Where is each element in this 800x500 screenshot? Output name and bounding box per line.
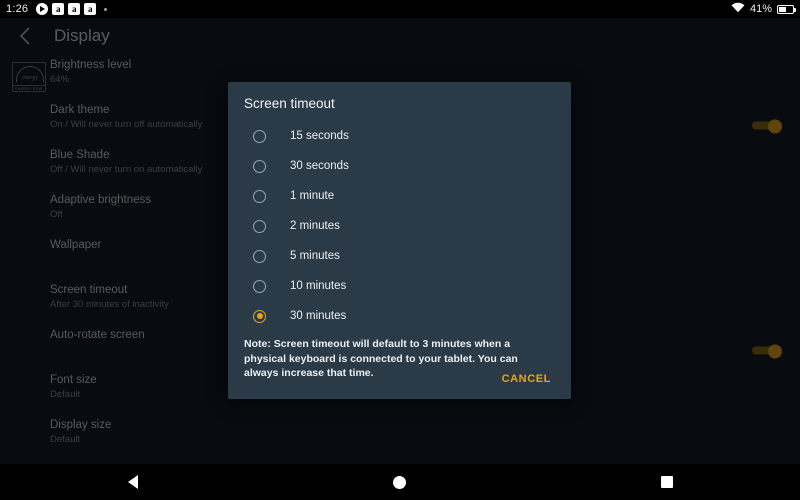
notification-icons: a a a (36, 3, 108, 15)
radio-label: 2 minutes (290, 220, 340, 232)
dialog-title: Screen timeout (244, 96, 335, 111)
cancel-button[interactable]: CANCEL (498, 369, 555, 389)
nav-back-button[interactable] (103, 464, 163, 500)
screen-timeout-dialog: Screen timeout 15 seconds 30 seconds 1 m… (228, 82, 571, 399)
amazon-app-icon: a (84, 3, 97, 15)
radio-option-15-seconds[interactable]: 15 seconds (244, 121, 555, 151)
radio-icon[interactable] (253, 189, 266, 203)
recents-square-icon (660, 476, 673, 488)
more-dot-icon (104, 7, 108, 11)
home-circle-icon (393, 475, 407, 489)
radio-icon[interactable] (253, 219, 266, 233)
radio-label: 15 seconds (290, 130, 349, 142)
radio-option-10-minutes[interactable]: 10 minutes (244, 271, 555, 301)
radio-icon[interactable] (253, 249, 266, 263)
battery-icon (777, 4, 796, 14)
radio-option-30-minutes[interactable]: 30 minutes (244, 301, 555, 331)
nav-home-button[interactable] (370, 464, 430, 500)
radio-icon[interactable] (253, 279, 266, 293)
radio-label: 1 minute (290, 190, 335, 202)
status-right-cluster: 41% (731, 2, 796, 16)
nav-recents-button[interactable] (637, 464, 697, 500)
system-navigation-bar (0, 464, 800, 500)
play-circle-icon (36, 3, 49, 15)
status-clock: 1:26 (6, 3, 29, 15)
battery-percent-label: 41% (749, 3, 772, 15)
radio-label: 30 minutes (290, 310, 347, 322)
back-triangle-icon (128, 475, 139, 489)
radio-icon[interactable] (253, 129, 266, 143)
radio-label: 10 minutes (290, 280, 347, 292)
radio-icon-selected[interactable] (253, 309, 266, 323)
radio-label: 5 minutes (290, 250, 340, 262)
radio-option-5-minutes[interactable]: 5 minutes (244, 241, 555, 271)
radio-option-1-minute[interactable]: 1 minute (244, 181, 555, 211)
radio-option-30-seconds[interactable]: 30 seconds (244, 151, 555, 181)
status-bar: 1:26 a a a 41% (0, 0, 800, 18)
radio-option-2-minutes[interactable]: 2 minutes (244, 211, 555, 241)
dialog-actions: CANCEL (498, 369, 555, 389)
wifi-icon (731, 2, 745, 16)
radio-label: 30 seconds (290, 160, 349, 172)
amazon-app-icon: a (52, 3, 65, 15)
radio-icon[interactable] (253, 159, 266, 173)
amazon-app-icon: a (68, 3, 81, 15)
